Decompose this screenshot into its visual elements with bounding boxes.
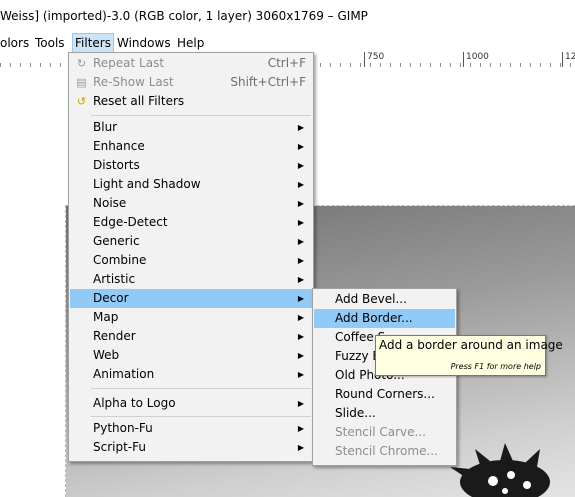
menu-item-decor[interactable]: Decor ▶ bbox=[70, 289, 312, 308]
menu-item-slide[interactable]: Slide... bbox=[314, 404, 455, 423]
menu-item-light-and-shadow[interactable]: Light and Shadow ▶ bbox=[70, 175, 312, 194]
menu-item-script-fu[interactable]: Script-Fu ▶ bbox=[70, 438, 312, 457]
submenu-arrow-icon: ▶ bbox=[297, 275, 304, 284]
decorative-object-icon bbox=[450, 443, 550, 497]
menu-item-stencil-chrome[interactable]: Stencil Chrome... bbox=[314, 442, 455, 461]
menu-item-add-border[interactable]: Add Border... bbox=[314, 309, 455, 328]
menu-item-distorts[interactable]: Distorts ▶ bbox=[70, 156, 312, 175]
image-boundary bbox=[65, 205, 66, 497]
submenu-arrow-icon: ▶ bbox=[297, 180, 304, 189]
ruler-label: 750 bbox=[367, 52, 385, 62]
ruler-label: 1000 bbox=[466, 52, 489, 62]
menu-item-combine[interactable]: Combine ▶ bbox=[70, 251, 312, 270]
submenu-arrow-icon: ▶ bbox=[297, 142, 304, 151]
menu-item-reshow-last[interactable]: ▤ Re-Show Last Shift+Ctrl+F bbox=[70, 73, 312, 92]
ruler-label: 12 bbox=[565, 52, 575, 62]
menu-item-noise[interactable]: Noise ▶ bbox=[70, 194, 312, 213]
ruler-major-tick bbox=[463, 52, 464, 67]
menu-item-reset-all-filters[interactable]: ↺ Reset all Filters bbox=[70, 92, 312, 111]
submenu-arrow-icon: ▶ bbox=[297, 161, 304, 170]
submenu-arrow-icon: ▶ bbox=[297, 351, 304, 360]
menu-item-stencil-carve[interactable]: Stencil Carve... bbox=[314, 423, 455, 442]
menu-item-edge-detect[interactable]: Edge-Detect ▶ bbox=[70, 213, 312, 232]
submenu-arrow-icon: ▶ bbox=[297, 123, 304, 132]
submenu-arrow-icon: ▶ bbox=[297, 313, 304, 322]
menu-help[interactable]: Help bbox=[177, 34, 204, 52]
submenu-arrow-icon: ▶ bbox=[297, 199, 304, 208]
menubar: olors Tools Filters Windows Help bbox=[0, 32, 575, 53]
submenu-arrow-icon: ▶ bbox=[297, 256, 304, 265]
submenu-arrow-icon: ▶ bbox=[297, 399, 304, 408]
tooltip-text: Add a border around an image bbox=[379, 338, 563, 352]
menu-filters[interactable]: Filters bbox=[72, 33, 114, 53]
menu-separator bbox=[91, 115, 311, 116]
tooltip-hint: Press F1 for more help bbox=[450, 362, 541, 371]
menu-windows[interactable]: Windows bbox=[117, 34, 171, 52]
reset-icon: ↺ bbox=[76, 95, 87, 108]
submenu-arrow-icon: ▶ bbox=[297, 218, 304, 227]
submenu-arrow-icon: ▶ bbox=[297, 294, 304, 303]
menu-separator bbox=[91, 388, 311, 389]
menu-item-animation[interactable]: Animation ▶ bbox=[70, 365, 312, 384]
submenu-arrow-icon: ▶ bbox=[297, 443, 304, 452]
canvas-padding bbox=[0, 67, 66, 497]
menu-separator bbox=[91, 416, 311, 417]
menu-item-round-corners[interactable]: Round Corners... bbox=[314, 385, 455, 404]
menu-item-add-bevel[interactable]: Add Bevel... bbox=[314, 290, 455, 309]
menu-item-repeat-last[interactable]: ↻ Repeat Last Ctrl+F bbox=[70, 54, 312, 73]
menu-item-map[interactable]: Map ▶ bbox=[70, 308, 312, 327]
menu-item-web[interactable]: Web ▶ bbox=[70, 346, 312, 365]
ruler-major-tick bbox=[562, 52, 563, 67]
reshow-icon: ▤ bbox=[76, 76, 87, 89]
tooltip: Add a border around an image Press F1 fo… bbox=[375, 335, 563, 376]
menu-item-enhance[interactable]: Enhance ▶ bbox=[70, 137, 312, 156]
submenu-arrow-icon: ▶ bbox=[297, 370, 304, 379]
repeat-icon: ↻ bbox=[76, 57, 87, 70]
submenu-arrow-icon: ▶ bbox=[297, 332, 304, 341]
ruler-major-tick bbox=[364, 52, 365, 67]
menu-item-generic[interactable]: Generic ▶ bbox=[70, 232, 312, 251]
submenu-arrow-icon: ▶ bbox=[297, 424, 304, 433]
menu-item-alpha-to-logo[interactable]: Alpha to Logo ▶ bbox=[70, 394, 312, 413]
menu-colors[interactable]: olors bbox=[0, 34, 29, 52]
menu-tools[interactable]: Tools bbox=[35, 34, 65, 52]
decor-submenu: Add Bevel... Add Border... Coffee S Fuzz… bbox=[312, 288, 457, 466]
submenu-arrow-icon: ▶ bbox=[297, 237, 304, 246]
menu-item-render[interactable]: Render ▶ bbox=[70, 327, 312, 346]
window-title: Weiss] (imported)-3.0 (RGB color, 1 laye… bbox=[0, 0, 575, 32]
menu-item-blur[interactable]: Blur ▶ bbox=[70, 118, 312, 137]
menu-item-python-fu[interactable]: Python-Fu ▶ bbox=[70, 419, 312, 438]
filters-menu: ↻ Repeat Last Ctrl+F ▤ Re-Show Last Shif… bbox=[68, 52, 314, 462]
menu-item-artistic[interactable]: Artistic ▶ bbox=[70, 270, 312, 289]
